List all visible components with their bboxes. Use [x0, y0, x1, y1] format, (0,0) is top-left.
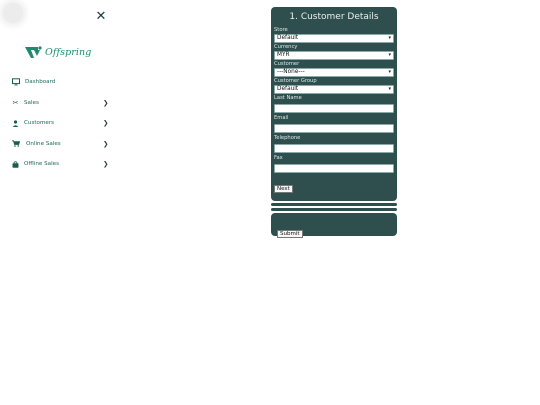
- collapsed-section[interactable]: [271, 208, 397, 211]
- fax-label: Fax: [274, 155, 283, 161]
- sidebar-item-sales[interactable]: ✂ Sales ❯: [0, 93, 120, 114]
- customer-group-select[interactable]: Default ▾: [274, 85, 394, 94]
- customer-select-value: ---None---: [277, 69, 305, 75]
- checkout-panel: 1. Customer Details Store Default ▾ Curr…: [271, 7, 397, 238]
- last-name-input[interactable]: [274, 104, 394, 113]
- sidebar-item-label: Sales: [24, 99, 39, 106]
- submit-card: Submit: [271, 213, 397, 238]
- chevron-right-icon: ❯: [103, 119, 109, 128]
- section-title: 1. Customer Details: [289, 12, 379, 22]
- user-icon: [11, 119, 20, 128]
- chevron-down-icon: ▾: [388, 86, 391, 92]
- sidebar-item-customers[interactable]: Customers ❯: [0, 113, 120, 134]
- offspring-logo-icon: [25, 45, 42, 58]
- store-select-value: Default: [277, 35, 299, 41]
- store-label: Store: [274, 27, 288, 33]
- sidebar-item-online-sales[interactable]: Online Sales ❯: [0, 134, 120, 155]
- close-icon[interactable]: ✕: [94, 10, 108, 24]
- submit-button[interactable]: Submit: [277, 230, 303, 238]
- collapsed-section[interactable]: [271, 203, 397, 206]
- email-input[interactable]: [274, 124, 394, 133]
- store-select[interactable]: Default ▾: [274, 34, 394, 43]
- customer-details-card: 1. Customer Details Store Default ▾ Curr…: [271, 7, 397, 201]
- customer-select[interactable]: ---None--- ▾: [274, 68, 394, 77]
- sidebar-item-label: Offline Sales: [24, 161, 60, 168]
- chevron-right-icon: ❯: [103, 139, 109, 148]
- customer-label: Customer: [274, 61, 300, 67]
- sidebar-item-label: Dashboard: [25, 79, 56, 86]
- currency-select-value: MYR: [277, 52, 290, 58]
- customer-group-label: Customer Group: [274, 78, 317, 84]
- sidebar-item-label: Online Sales: [26, 140, 61, 147]
- bag-icon: [11, 160, 20, 169]
- brand-logo[interactable]: Offspring: [24, 43, 91, 61]
- sidebar-nav: Dashboard ✂ Sales ❯ Customers ❯ Online S…: [0, 72, 120, 175]
- fax-input[interactable]: [274, 164, 394, 173]
- telephone-label: Telephone: [274, 135, 301, 141]
- cart-icon: [11, 139, 20, 148]
- sidebar-item-offline-sales[interactable]: Offline Sales ❯: [0, 154, 120, 175]
- chevron-down-icon: ▾: [388, 52, 391, 58]
- chevron-down-icon: ▾: [388, 69, 391, 75]
- customer-group-select-value: Default: [277, 86, 299, 92]
- last-name-label: Last Name: [274, 95, 302, 101]
- email-label: Email: [274, 115, 289, 121]
- brand-name: Offspring: [45, 46, 92, 58]
- monitor-icon: [11, 78, 20, 87]
- chevron-right-icon: ❯: [103, 98, 109, 107]
- avatar: [3, 3, 23, 23]
- telephone-input[interactable]: [274, 144, 394, 153]
- scissors-icon: ✂: [12, 98, 19, 107]
- currency-select[interactable]: MYR ▾: [274, 51, 394, 60]
- next-button[interactable]: Next: [274, 185, 293, 193]
- chevron-down-icon: ▾: [388, 35, 391, 41]
- chevron-right-icon: ❯: [103, 160, 109, 169]
- sidebar-item-label: Customers: [24, 120, 55, 127]
- sidebar-item-dashboard[interactable]: Dashboard: [0, 72, 120, 93]
- currency-label: Currency: [274, 44, 298, 50]
